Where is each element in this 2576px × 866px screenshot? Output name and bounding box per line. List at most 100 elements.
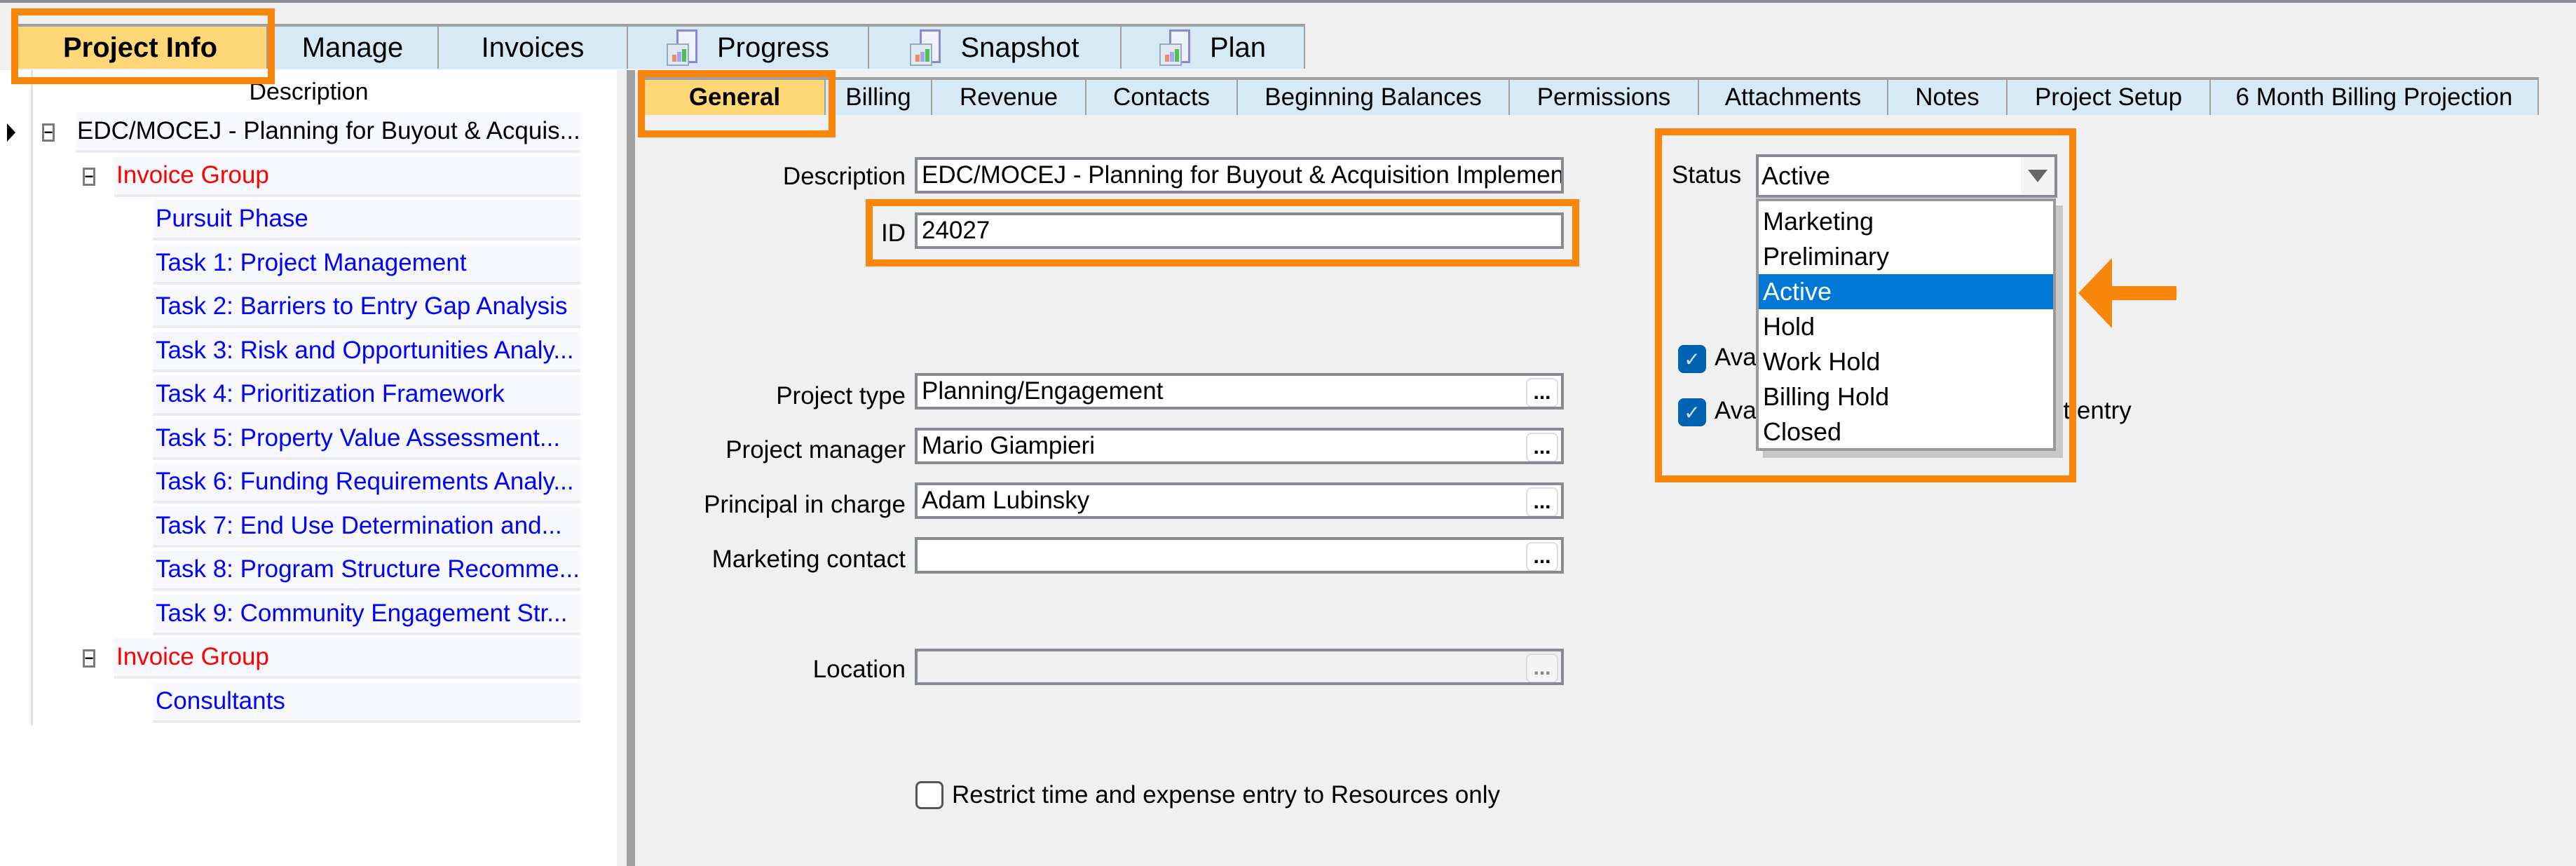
status-option[interactable]: Billing Hold [1759,379,2053,414]
description-value: EDC/MOCEJ - Planning for Buyout & Acquis… [922,161,1564,189]
tab-invoices[interactable]: Invoices [439,24,628,69]
annotation-arrow-icon [2078,258,2176,328]
status-option[interactable]: Closed [1759,414,2053,449]
tree-task-row[interactable]: Task 4: Prioritization Framework [153,375,580,416]
project-manager-label: Project manager [725,436,906,464]
available-checkbox-1[interactable]: ✓ [1678,345,1706,373]
tree-group-row[interactable]: Invoice Group [114,156,580,197]
collapse-icon[interactable]: − [42,123,55,142]
tree-task-row[interactable]: Task 3: Risk and Opportunities Analy... [153,331,580,372]
current-row-indicator-icon [7,123,15,142]
tab-label: Project Setup [2034,83,2183,111]
principal-in-charge-label: Principal in charge [704,491,906,518]
tab-label: Billing [845,83,911,111]
tree-project-row[interactable]: EDC/MOCEJ - Planning for Buyout & Acquis… [76,112,580,153]
tab-label: Progress [716,32,830,63]
tree-group-row[interactable]: Invoice Group [114,638,580,679]
tree-task-row[interactable]: Task 6: Funding Requirements Analy... [153,463,580,503]
status-dropdown-list: Marketing Preliminary Active Hold Work Hold B… [1756,198,2056,451]
location-input[interactable]: ... [915,649,1564,685]
tree-row-label: Pursuit Phase [156,205,308,232]
project-type-browse-button[interactable]: ... [1526,378,1558,407]
check-icon: ✓ [1684,401,1701,424]
marketing-contact-input[interactable]: ... [915,537,1564,574]
subtab-project-setup[interactable]: Project Setup [2008,77,2211,115]
available-checkbox-2[interactable]: ✓ [1678,398,1706,426]
tab-label: Beginning Balances [1265,83,1482,111]
available-checkbox-1-label[interactable]: Ava [1715,344,1757,372]
tree-task-row[interactable]: Task 7: End Use Determination and... [153,506,580,548]
tab-project-info[interactable]: Project Info [14,24,268,69]
tab-label: General [688,83,781,111]
status-select[interactable]: Active [1756,154,2057,198]
tree-task-row[interactable]: Task 8: Program Structure Recomme... [153,550,580,591]
tab-label: Project Info [62,32,218,63]
tree-row-label: Task 7: End Use Determination and... [156,511,562,539]
tab-manage[interactable]: Manage [268,24,439,69]
subtab-attachments[interactable]: Attachments [1699,77,1888,115]
subtab-revenue[interactable]: Revenue [932,77,1086,115]
subtab-billing[interactable]: Billing [826,77,932,115]
panel-splitter[interactable] [627,70,635,866]
available-checkbox-2-label[interactable]: Ava [1715,397,1757,425]
tab-label: Attachments [1724,83,1862,111]
location-browse-button[interactable]: ... [1526,654,1558,682]
marketing-contact-browse-button[interactable]: ... [1526,542,1558,571]
project-type-input[interactable]: Planning/Engagement ... [915,373,1564,410]
status-option[interactable]: Preliminary [1759,239,2053,274]
principal-in-charge-input[interactable]: Adam Lubinsky ... [915,482,1564,519]
tab-plan[interactable]: Plan [1122,24,1305,69]
restrict-entry-label[interactable]: Restrict time and expense entry to Resou… [952,781,1500,809]
status-label: Status [1672,161,1742,189]
tree-row-label: Task 3: Risk and Opportunities Analy... [156,336,574,364]
subtab-general[interactable]: General [645,77,826,115]
tree-row-label: Task 1: Project Management [156,248,467,276]
tab-label: Permissions [1536,83,1671,111]
project-type-value: Planning/Engagement [922,377,1164,405]
project-manager-input[interactable]: Mario Giampieri ... [915,428,1564,464]
subtab-contacts[interactable]: Contacts [1086,77,1238,115]
tree-task-row[interactable]: Task 2: Barriers to Entry Gap Analysis [153,287,580,328]
status-option[interactable]: Active [1759,274,2053,309]
location-label: Location [812,656,906,683]
status-option[interactable]: Work Hold [1759,344,2053,379]
tab-progress[interactable]: Progress [628,24,869,69]
tree-row-label: Task 5: Property Value Assessment... [156,424,561,452]
restrict-entry-checkbox[interactable] [915,781,943,809]
subtab-permissions[interactable]: Permissions [1510,77,1699,115]
tree-task-row[interactable]: Task 1: Project Management [153,243,580,285]
tree-task-row[interactable]: Consultants [153,682,580,723]
tree-row-label: Task 4: Prioritization Framework [156,380,505,407]
project-manager-browse-button[interactable]: ... [1526,433,1558,461]
tree-row-label: Task 9: Community Engagement Str... [156,599,568,627]
id-label: ID [881,219,906,247]
subtab-notes[interactable]: Notes [1888,77,2008,115]
tab-label: Revenue [959,83,1058,111]
status-dropdown-button[interactable] [2021,157,2054,195]
subtab-6-month-billing-projection[interactable]: 6 Month Billing Projection [2211,77,2539,115]
description-label: Description [782,163,906,190]
tab-label: Notes [1915,83,1979,111]
tree-row-label: Task 8: Program Structure Recomme... [156,555,580,583]
collapse-icon[interactable]: − [83,649,95,668]
status-option[interactable]: Marketing [1759,204,2053,239]
window-top-border [0,0,2576,3]
main-tab-strip: Project Info Manage Invoices Progress Sn… [0,24,1311,70]
tree-column-header[interactable]: Description [34,79,584,106]
available-checkbox-2-label-tail: nt entry [2050,397,2132,424]
tree-task-row[interactable]: Task 5: Property Value Assessment... [153,419,580,460]
description-input[interactable]: EDC/MOCEJ - Planning for Buyout & Acquis… [915,157,1564,194]
subtab-beginning-balances[interactable]: Beginning Balances [1238,77,1510,115]
tree-row-label: Invoice Group [116,161,269,189]
tab-label: Plan [1209,32,1267,63]
tab-snapshot[interactable]: Snapshot [869,24,1122,69]
tree-task-row[interactable]: Pursuit Phase [153,200,580,241]
principal-in-charge-browse-button[interactable]: ... [1526,487,1558,516]
chevron-down-icon [2028,170,2047,182]
id-input[interactable]: 24027 [915,212,1564,249]
collapse-icon[interactable]: − [83,167,95,186]
tree-row-label: Invoice Group [116,643,269,670]
project-manager-value: Mario Giampieri [922,432,1095,459]
tree-task-row[interactable]: Task 9: Community Engagement Str... [153,594,580,635]
status-option[interactable]: Hold [1759,309,2053,344]
